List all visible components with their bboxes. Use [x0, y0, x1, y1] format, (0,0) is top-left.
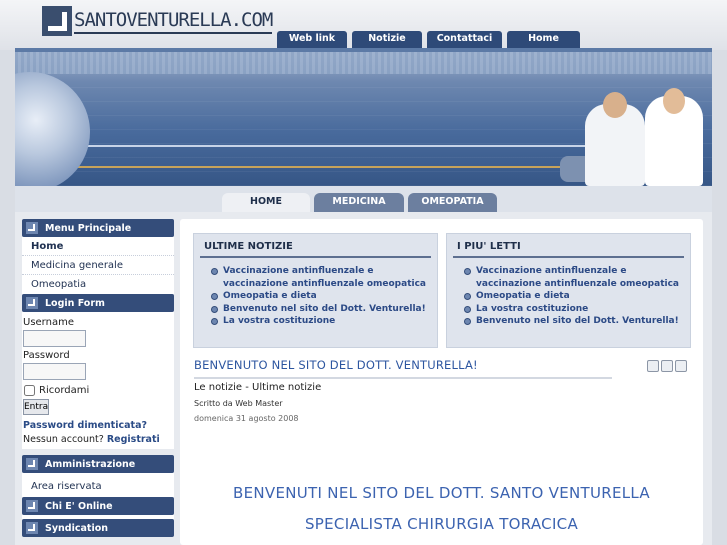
list-item[interactable]: Omeopatia e dieta: [211, 290, 427, 303]
list-item[interactable]: Omeopatia e dieta: [464, 290, 680, 303]
most-read-box: I PIU' LETTI Vaccinazione antinfluenzale…: [446, 233, 691, 348]
welcome-heading: BENVENUTI NEL SITO DEL DOTT. SANTO VENTU…: [233, 484, 650, 502]
no-account-label: Nessun account?: [23, 434, 104, 445]
print-icon[interactable]: [661, 360, 673, 372]
arrow-icon: [26, 297, 38, 309]
register-link[interactable]: Registrati: [107, 434, 160, 445]
register-row: Nessun account? Registrati: [23, 434, 173, 445]
syndication-header: Syndication: [22, 519, 174, 537]
list-item[interactable]: Benvenuto nel sito del Dott. Venturella!: [464, 315, 680, 328]
sidebar-item-home[interactable]: Home: [22, 237, 174, 256]
login-form: Username Password Ricordami Entra Passwo…: [22, 312, 174, 449]
main-menu-header: Menu Principale: [22, 219, 174, 237]
main-menu-title: Menu Principale: [45, 222, 132, 234]
arrow-icon: [26, 222, 38, 234]
site-logo[interactable]: SANTOVENTURELLA.COM: [42, 4, 273, 38]
list-item[interactable]: La vostra costituzione: [464, 303, 680, 316]
sidebar: Menu Principale Home Medicina generale O…: [22, 219, 174, 537]
top-nav-web-link[interactable]: Web link: [277, 31, 347, 49]
main-tabs: HOME MEDICINA GENERALE OMEOPATIA: [222, 193, 497, 224]
header-banner: [15, 52, 712, 186]
list-item[interactable]: La vostra costituzione: [211, 315, 427, 328]
admin-title: Amministrazione: [45, 458, 136, 470]
article-author: Scritto da Web Master: [194, 399, 283, 408]
article-tools: [647, 360, 687, 372]
logo-text: SANTOVENTURELLA.COM: [74, 8, 273, 34]
email-icon[interactable]: [675, 360, 687, 372]
password-label: Password: [23, 350, 70, 361]
arrow-icon: [26, 458, 38, 470]
top-nav-notizie[interactable]: Notizie: [352, 31, 422, 49]
remember-label: Ricordami: [39, 385, 90, 396]
login-title: Login Form: [45, 297, 105, 309]
username-label: Username: [23, 317, 74, 328]
banner-line-gold: [75, 166, 635, 168]
sidebar-item-omeopatia[interactable]: Omeopatia: [22, 275, 174, 294]
forgot-password-link[interactable]: Password dimenticata?: [23, 420, 173, 431]
online-header: Chi E' Online: [22, 497, 174, 515]
nurse-figure: [645, 88, 703, 186]
sidebar-item-medicina-generale[interactable]: Medicina generale: [22, 256, 174, 275]
list-item[interactable]: Benvenuto nel sito del Dott. Venturella!: [211, 303, 427, 316]
login-header: Login Form: [22, 294, 174, 312]
tab-medicina-generale[interactable]: MEDICINA GENERALE: [314, 193, 404, 224]
doctors-image: [560, 88, 710, 186]
top-nav-home[interactable]: Home: [507, 31, 580, 49]
main-menu: Home Medicina generale Omeopatia: [22, 237, 174, 294]
tab-omeopatia[interactable]: OMEOPATIA: [408, 193, 497, 212]
article-section: Le notizie - Ultime notizie: [194, 382, 322, 393]
admin-menu: Area riservata: [22, 473, 174, 497]
online-title: Chi E' Online: [45, 500, 113, 512]
most-read-title: I PIU' LETTI: [453, 234, 684, 258]
banner-line: [75, 145, 635, 147]
arrow-icon: [26, 500, 38, 512]
main-content: ULTIME NOTIZIE Vaccinazione antinfluenza…: [180, 219, 703, 545]
pdf-icon[interactable]: [647, 360, 659, 372]
site-header: SANTOVENTURELLA.COM Web link Notizie Con…: [0, 0, 727, 50]
article-date: domenica 31 agosto 2008: [194, 414, 299, 423]
arrow-icon: [26, 522, 38, 534]
remember-row: Ricordami: [23, 385, 173, 396]
latest-news-title: ULTIME NOTIZIE: [200, 234, 431, 258]
most-read-list: Vaccinazione antinfluenzale e vaccinazio…: [447, 258, 690, 328]
password-field[interactable]: [23, 363, 86, 380]
admin-header: Amministrazione: [22, 455, 174, 473]
sidebar-item-area-riservata[interactable]: Area riservata: [22, 477, 174, 496]
list-item[interactable]: Vaccinazione antinfluenzale e vaccinazio…: [464, 265, 680, 290]
login-button[interactable]: Entra: [23, 399, 49, 415]
latest-news-box: ULTIME NOTIZIE Vaccinazione antinfluenza…: [193, 233, 438, 348]
welcome-subheading: SPECIALISTA CHIRURGIA TORACICA: [304, 515, 579, 533]
banner-band: [15, 52, 712, 74]
list-item[interactable]: Vaccinazione antinfluenzale e vaccinazio…: [211, 265, 427, 290]
remember-checkbox[interactable]: [24, 385, 35, 396]
article-title[interactable]: BENVENUTO NEL SITO DEL DOTT. VENTURELLA!: [194, 358, 612, 379]
top-nav-contattaci[interactable]: Contattaci: [427, 31, 502, 49]
doctor-figure: [585, 92, 645, 186]
logo-arrow-icon: [42, 6, 72, 36]
latest-news-list: Vaccinazione antinfluenzale e vaccinazio…: [194, 258, 437, 328]
top-nav: Web link Notizie Contattaci Home: [277, 31, 580, 49]
username-field[interactable]: [23, 330, 86, 347]
tab-home[interactable]: HOME: [222, 193, 310, 212]
syndication-title: Syndication: [45, 522, 108, 534]
